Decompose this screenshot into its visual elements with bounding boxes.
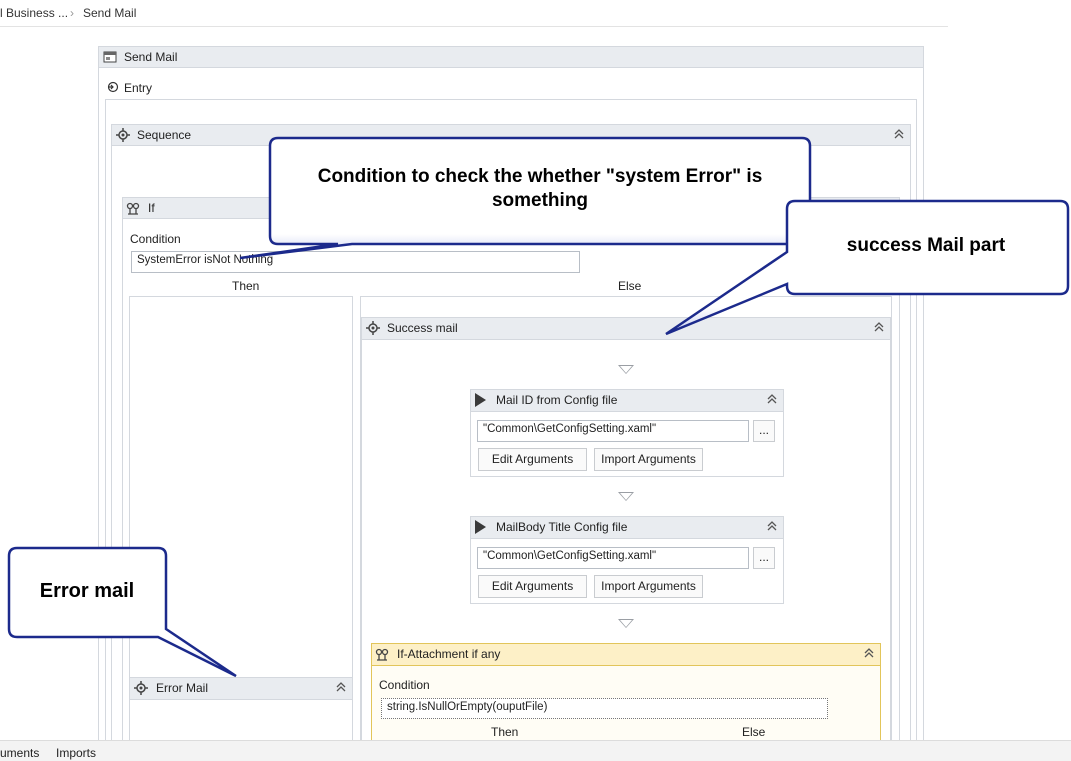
arrow-down-icon[interactable] — [618, 492, 634, 501]
if-icon — [375, 648, 389, 661]
bottom-tab-bar: uments Imports — [0, 740, 1071, 761]
entry-icon — [107, 81, 119, 93]
workflow-file-input[interactable]: "Common\GetConfigSetting.xaml" — [477, 547, 749, 569]
breadcrumb-current[interactable]: Send Mail — [83, 6, 136, 20]
if-attachment-condition-input[interactable]: string.IsNullOrEmpty(ouputFile) — [381, 698, 828, 719]
tab-arguments[interactable]: uments — [0, 746, 39, 760]
then-label: Then — [232, 279, 260, 293]
import-arguments-button[interactable]: Import Arguments — [594, 448, 703, 471]
arrow-down-icon[interactable] — [618, 619, 634, 628]
success-mail-title: Success mail — [387, 321, 458, 335]
invoke-workflow-mail-id[interactable]: Mail ID from Config file "Common\GetConf… — [470, 389, 784, 477]
if-attachment-activity[interactable]: If-Attachment if any Condition string.Is… — [371, 643, 881, 742]
if-attachment-condition-label: Condition — [379, 678, 430, 692]
sequence-title: Sequence — [137, 128, 192, 142]
sequence-icon — [116, 128, 130, 142]
edit-arguments-button[interactable]: Edit Arguments — [478, 575, 587, 598]
breadcrumb: l Business ... › Send Mail — [0, 0, 948, 27]
arrow-down-icon[interactable] — [618, 365, 634, 374]
browse-button[interactable]: ... — [753, 420, 775, 442]
browse-button[interactable]: ... — [753, 547, 775, 569]
if-condition-input[interactable]: SystemError isNot Nothing — [131, 251, 580, 273]
then-label: Then — [491, 725, 519, 739]
then-drop-area[interactable] — [129, 296, 353, 742]
chevron-right-icon: › — [70, 6, 74, 20]
state-machine-icon — [103, 51, 117, 63]
else-label: Else — [742, 725, 766, 739]
breadcrumb-parent[interactable]: l Business ... — [0, 6, 68, 20]
condition-callout-text: Condition to check the whether "system E… — [317, 166, 763, 211]
if-title: If — [148, 201, 155, 215]
sequence-icon — [366, 321, 380, 335]
mail-body-title: MailBody Title Config file — [496, 520, 628, 534]
collapse-icon[interactable] — [892, 127, 906, 141]
error-mail-title: Error Mail — [156, 681, 209, 695]
collapse-icon[interactable] — [334, 680, 348, 694]
if-condition-label: Condition — [130, 232, 181, 246]
mail-id-title: Mail ID from Config file — [496, 393, 618, 407]
workflow-file-input[interactable]: "Common\GetConfigSetting.xaml" — [477, 420, 749, 442]
collapse-icon[interactable] — [862, 646, 876, 660]
collapse-icon[interactable] — [872, 320, 886, 334]
import-arguments-button[interactable]: Import Arguments — [594, 575, 703, 598]
send-mail-title: Send Mail — [124, 50, 178, 64]
tab-imports[interactable]: Imports — [56, 746, 96, 760]
edit-arguments-button[interactable]: Edit Arguments — [478, 448, 587, 471]
if-icon — [126, 202, 140, 215]
entry-label[interactable]: Entry — [124, 81, 152, 95]
collapse-icon[interactable] — [765, 519, 779, 533]
else-label: Else — [618, 279, 642, 293]
if-attachment-title: If-Attachment if any — [397, 647, 501, 661]
play-icon — [475, 520, 486, 534]
invoke-workflow-mail-body[interactable]: MailBody Title Config file "Common\GetCo… — [470, 516, 784, 604]
success-callout-text: success Mail part — [846, 235, 1006, 256]
error-callout-text: Error mail — [39, 580, 135, 602]
collapse-icon[interactable] — [765, 392, 779, 406]
error-mail-activity[interactable]: Error Mail — [129, 677, 353, 742]
play-icon — [475, 393, 486, 407]
sequence-icon — [134, 681, 148, 695]
